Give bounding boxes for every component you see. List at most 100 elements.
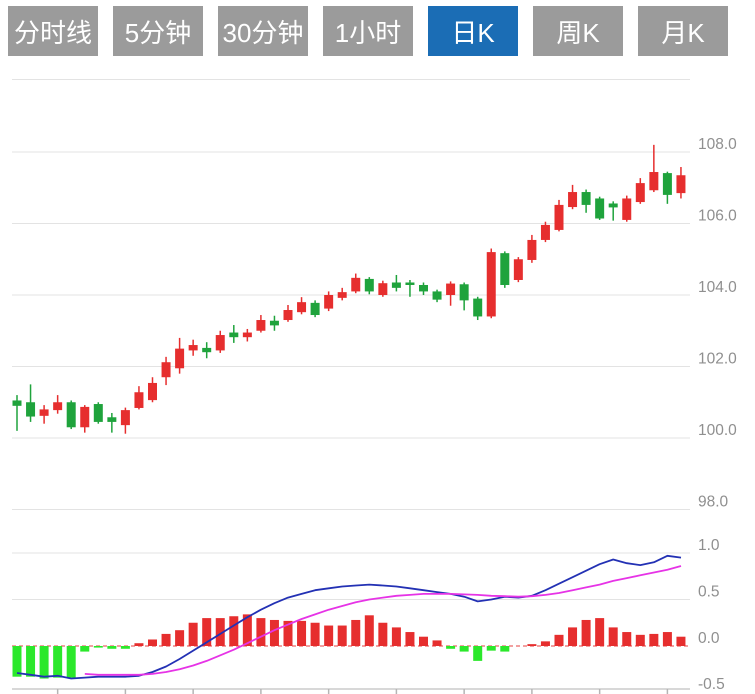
candle-body-down	[609, 203, 618, 207]
macd-histogram-bar	[541, 641, 550, 646]
candle-body-up	[378, 283, 387, 295]
macd-histogram-bar	[80, 646, 89, 652]
macd-histogram-bar	[40, 646, 49, 679]
tab-period-2[interactable]: 30分钟	[218, 6, 308, 56]
tab-period-4-active[interactable]: 日K	[428, 6, 518, 56]
candle-body-down	[392, 282, 401, 287]
macd-axis-label--0.5: -0.5	[698, 676, 725, 693]
candle-body-up	[162, 362, 171, 377]
candle-body-down	[595, 198, 604, 218]
candle-body-down	[229, 333, 238, 338]
macd-histogram-bar	[270, 620, 279, 646]
macd-histogram-bar	[324, 626, 333, 646]
candle-body-up	[541, 225, 550, 240]
macd-histogram-bar	[595, 618, 604, 646]
price-axis-label-98.0: 98.0	[698, 494, 729, 511]
tab-period-3[interactable]: 1小时	[323, 6, 413, 56]
macd-histogram-bar	[473, 646, 482, 661]
macd-histogram-bar	[487, 646, 496, 651]
price-axis-label-104.0: 104.0	[698, 279, 737, 296]
macd-histogram-bar	[53, 646, 62, 678]
candle-body-down	[419, 285, 428, 291]
macd-histogram-bar	[622, 632, 631, 646]
macd-histogram-bar	[121, 646, 130, 649]
price-axis-label-106.0: 106.0	[698, 208, 737, 225]
macd-histogram-bar	[636, 635, 645, 646]
macd-histogram-bar	[148, 639, 157, 646]
tab-period-1[interactable]: 5分钟	[113, 6, 203, 56]
candle-body-up	[622, 198, 631, 219]
macd-dif-line	[17, 556, 681, 679]
macd-histogram-bar	[392, 627, 401, 646]
macd-histogram-bar	[26, 646, 35, 677]
candle-body-up	[284, 310, 293, 320]
candle-body-up	[338, 292, 347, 298]
candle-body-down	[67, 402, 76, 427]
candle-body-down	[663, 173, 672, 195]
macd-histogram-bar	[13, 646, 22, 677]
macd-histogram-bar	[460, 646, 469, 652]
candle-body-down	[26, 402, 35, 416]
candle-body-up	[636, 183, 645, 202]
macd-histogram-bar	[162, 634, 171, 646]
macd-histogram-bar	[582, 620, 591, 646]
macd-histogram-bar	[676, 637, 685, 646]
tab-period-5[interactable]: 周K	[533, 6, 623, 56]
candle-body-up	[40, 409, 49, 415]
candle-body-up	[297, 302, 306, 312]
macd-histogram-bar	[500, 646, 509, 652]
candle-body-down	[405, 282, 414, 285]
macd-histogram-bar	[311, 623, 320, 646]
macd-histogram-bar	[378, 623, 387, 646]
candle-body-down	[433, 291, 442, 299]
candle-body-down	[13, 400, 22, 405]
macd-histogram-bar	[609, 627, 618, 646]
candle-body-up	[527, 240, 536, 260]
candle-body-up	[568, 192, 577, 207]
macd-histogram-bar	[107, 646, 116, 649]
macd-histogram-bar	[297, 621, 306, 646]
macd-histogram-bar	[663, 632, 672, 646]
candle-body-up	[121, 410, 130, 425]
macd-histogram-bar	[446, 646, 455, 649]
candle-body-down	[94, 404, 103, 422]
macd-histogram-bar	[555, 635, 564, 646]
macd-histogram-bar	[649, 634, 658, 646]
kline-chart-app: 108.0106.0104.0102.0100.098.01.00.50.0-0…	[0, 0, 755, 694]
macd-histogram-bar	[351, 620, 360, 646]
candle-body-up	[175, 349, 184, 369]
candle-body-down	[311, 303, 320, 315]
candle-body-up	[649, 172, 658, 190]
macd-histogram-bar	[134, 643, 143, 646]
macd-histogram-bar	[527, 644, 536, 646]
candle-body-down	[500, 253, 509, 285]
price-axis-label-108.0: 108.0	[698, 136, 737, 153]
macd-histogram-bar	[67, 646, 76, 678]
candle-body-up	[446, 284, 455, 295]
candle-body-up	[676, 175, 685, 193]
tab-period-0[interactable]: 分时线	[8, 6, 98, 56]
candle-body-down	[365, 279, 374, 292]
macd-histogram-bar	[175, 630, 184, 646]
candle-body-up	[189, 345, 198, 350]
macd-histogram-bar	[419, 637, 428, 646]
candle-body-down	[460, 284, 469, 300]
candle-body-up	[324, 295, 333, 309]
price-axis-label-100.0: 100.0	[698, 422, 737, 439]
tab-period-6[interactable]: 月K	[638, 6, 728, 56]
period-tab-bar: 分时线 5分钟 30分钟 1小时日K 周K 月K	[8, 6, 728, 56]
chart-area: 108.0106.0104.0102.0100.098.01.00.50.0-0…	[0, 0, 755, 694]
macd-histogram-bar	[568, 627, 577, 646]
macd-histogram-bar	[256, 618, 265, 646]
macd-axis-label-0.0: 0.0	[698, 630, 720, 647]
macd-histogram-bar	[189, 623, 198, 646]
macd-axis-label-1.0: 1.0	[698, 537, 720, 554]
candle-body-up	[351, 278, 360, 292]
candle-body-up	[555, 205, 564, 230]
macd-dea-line	[85, 566, 681, 675]
macd-histogram-bar	[433, 640, 442, 646]
macd-histogram-bar	[405, 632, 414, 646]
macd-histogram-bar	[338, 626, 347, 646]
candle-body-up	[514, 259, 523, 280]
candle-body-down	[473, 299, 482, 317]
